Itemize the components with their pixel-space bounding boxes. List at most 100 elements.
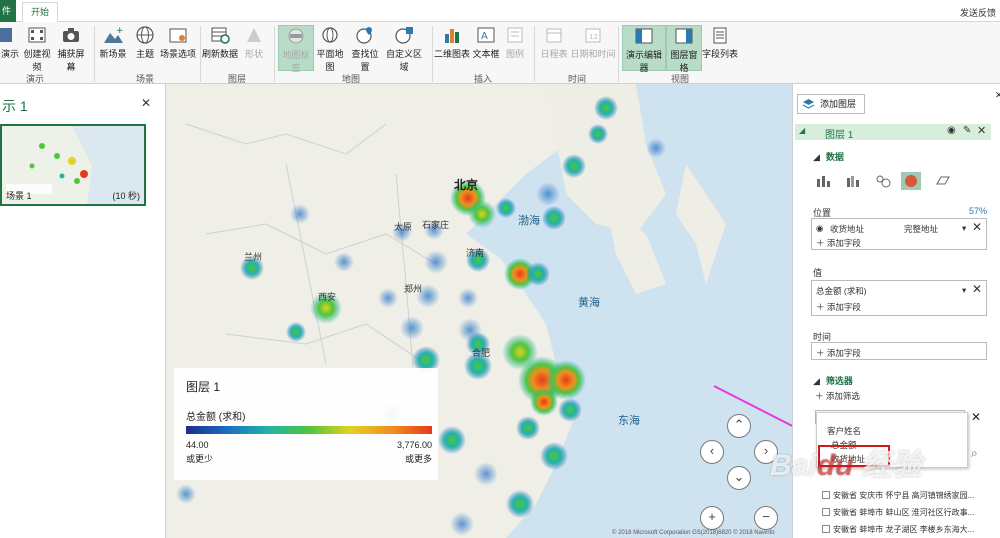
- tour-editor-icon: [635, 28, 653, 44]
- feedback-button[interactable]: 发送反馈: [960, 6, 996, 19]
- add-field-location[interactable]: ＋ 添加字段: [816, 237, 861, 249]
- tab-bar: 件 开始 发送反馈: [0, 0, 1000, 23]
- radio-icon[interactable]: ◉: [816, 223, 823, 234]
- svg-text:+: +: [116, 26, 124, 36]
- tour-editor-button[interactable]: 演示编辑器: [622, 25, 666, 73]
- chart-2d-button[interactable]: 二维图表: [434, 25, 470, 71]
- zoom-in-button[interactable]: +: [700, 506, 724, 530]
- layer-pane-button[interactable]: 图层窗格: [666, 25, 702, 73]
- value-label: 值: [813, 268, 823, 278]
- custom-region-icon: [395, 27, 413, 44]
- legend-min-value: 44.00: [186, 440, 209, 450]
- checkbox[interactable]: [822, 525, 830, 533]
- refresh-data-button[interactable]: 刷新数据: [202, 25, 238, 71]
- clustered-column-icon[interactable]: [845, 174, 861, 188]
- map-legend[interactable]: 图层 1 总金额 (求和) 44.00 3,776.00 或更少 或更多: [174, 368, 438, 480]
- tab-home[interactable]: 开始: [22, 2, 59, 23]
- textbox-button[interactable]: A 文本框: [472, 25, 500, 71]
- filter-item[interactable]: 安徽省 安庆市 怀宁县 高河镇锦绣家园...: [822, 490, 974, 501]
- calendar-icon: [546, 28, 562, 43]
- filter-section-title[interactable]: ◢ 筛选器: [813, 374, 853, 387]
- watermark-logo: Baidu 经验: [770, 449, 922, 482]
- city-label-beijing: 北京: [454, 178, 479, 192]
- stacked-column-icon[interactable]: [815, 174, 831, 188]
- value-field[interactable]: 总金额 (求和): [816, 285, 867, 297]
- map-label-east-sea: 东海: [618, 415, 640, 427]
- location-type-select[interactable]: 完整地址: [904, 223, 938, 235]
- pencil-icon[interactable]: ✎: [963, 125, 971, 136]
- data-section-title[interactable]: ◢ 数据: [813, 150, 844, 163]
- scene-label: 场景 1: [6, 191, 32, 201]
- textbox-icon: A: [477, 27, 495, 43]
- close-icon[interactable]: ✕: [141, 96, 151, 110]
- layer-name: 图层 1: [825, 130, 854, 141]
- delete-layer-icon[interactable]: ✕: [977, 124, 986, 137]
- add-layer-button[interactable]: 添加图层: [797, 94, 865, 114]
- region-icon[interactable]: [935, 174, 951, 188]
- group-separator: [274, 26, 275, 82]
- add-field-time[interactable]: ＋ 添加字段: [816, 347, 861, 359]
- camera-icon: [63, 28, 79, 42]
- legend-max-value: 3,776.00: [396, 440, 432, 450]
- remove-field-icon[interactable]: ✕: [972, 282, 982, 296]
- date-time-button[interactable]: 12 日期和时间: [570, 25, 616, 71]
- scene-duration: (10 秒): [112, 191, 140, 201]
- legend-button[interactable]: 图例: [502, 25, 528, 71]
- map-labels-button[interactable]: 地图标签: [278, 25, 314, 73]
- ribbon: 演示 创建视频 捕获屏幕 + 新场景 主题 场景选项 刷新数据 形状 地图标签 …: [0, 22, 1000, 84]
- plus-icon: +: [708, 509, 716, 524]
- legend-min-label: 或更少: [186, 454, 214, 464]
- layer-header[interactable]: ◢ 图层 1 ◉ ✎ ✕: [795, 124, 991, 141]
- city-label-shijiazhuang: 石家庄: [422, 220, 450, 230]
- location-field-box: ◉ 收货地址 完整地址 ▾ ✕ ＋ 添加字段: [811, 218, 987, 250]
- play-tour-button[interactable]: 演示: [0, 25, 20, 71]
- add-filter-button[interactable]: ＋ 添加筛选: [815, 390, 860, 402]
- filter-option-customer[interactable]: 客户姓名: [827, 425, 861, 437]
- dropdown-arrow-icon[interactable]: ▾: [962, 285, 966, 296]
- location-match-percent[interactable]: 57%: [969, 206, 987, 216]
- filter-item[interactable]: 安徽省 蚌埠市 蚌山区 淮河社区行政事...: [822, 507, 974, 518]
- tab-file[interactable]: 件: [0, 0, 16, 22]
- legend-icon: [507, 27, 523, 43]
- custom-region-button[interactable]: 自定义区域: [382, 25, 426, 72]
- flat-map-icon: [322, 27, 338, 43]
- bubble-icon[interactable]: [875, 174, 891, 188]
- find-location-button[interactable]: 查找位置: [348, 25, 382, 72]
- heat-map-icon[interactable]: [901, 172, 921, 190]
- video-icon: [28, 27, 46, 43]
- checkbox[interactable]: [822, 508, 830, 516]
- field-list-button[interactable]: 字段列表: [702, 25, 738, 71]
- city-label-xian: 西安: [318, 292, 337, 302]
- capture-screen-button[interactable]: 捕获屏幕: [54, 25, 88, 72]
- group-separator: [618, 26, 619, 82]
- pane-close-icon[interactable]: ✕: [995, 90, 1000, 101]
- new-scene-icon: +: [104, 26, 124, 43]
- calendar-button[interactable]: 日程表: [538, 25, 570, 71]
- search-icon[interactable]: ⌕: [971, 446, 978, 461]
- group-separator: [94, 26, 95, 82]
- remove-filter-icon[interactable]: ✕: [971, 410, 981, 424]
- theme-button[interactable]: 主题: [130, 25, 160, 71]
- dropdown-arrow-icon[interactable]: ▾: [962, 223, 966, 234]
- remove-field-icon[interactable]: ✕: [972, 220, 982, 234]
- scene-thumbnail[interactable]: 场景 1 (10 秒): [0, 124, 146, 206]
- flat-map-button[interactable]: 平面地图: [314, 25, 346, 72]
- eye-icon[interactable]: ◉: [947, 125, 956, 136]
- checkbox[interactable]: [822, 491, 830, 499]
- new-scene-button[interactable]: + 新场景: [98, 25, 128, 71]
- location-field[interactable]: 收货地址: [830, 223, 864, 235]
- filter-item[interactable]: 安徽省 蚌埠市 龙子湖区 李楼乡东海大...: [822, 524, 974, 535]
- play-icon: [0, 28, 12, 42]
- shape-button[interactable]: 形状: [240, 25, 268, 71]
- globe-icon: [136, 26, 154, 44]
- zoom-out-button[interactable]: −: [754, 506, 778, 530]
- group-separator: [432, 26, 433, 82]
- tilt-down-button[interactable]: ⌄: [727, 466, 751, 490]
- add-field-value[interactable]: ＋ 添加字段: [816, 301, 861, 313]
- collapse-icon[interactable]: ◢: [799, 126, 805, 135]
- legend-max-label: 或更多: [404, 454, 432, 464]
- create-video-button[interactable]: 创建视频: [20, 25, 54, 72]
- scene-options-button[interactable]: 场景选项: [160, 25, 196, 71]
- map-copyright: © 2018 Microsoft Corporation GS(2018)682…: [612, 530, 775, 536]
- map-label-bohai: 渤海: [518, 215, 540, 227]
